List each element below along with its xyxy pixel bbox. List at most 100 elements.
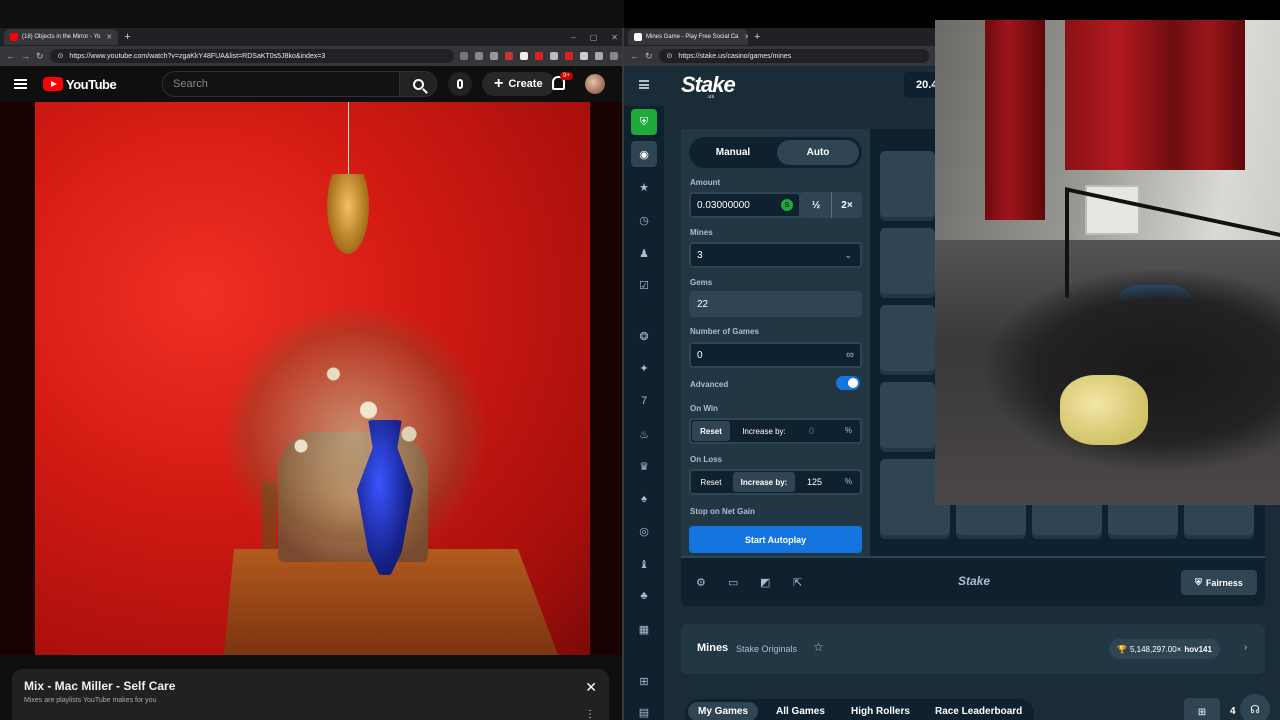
new-tab-icon[interactable]: + [754, 31, 760, 43]
shield-icon[interactable]: ⛨ [631, 109, 657, 135]
game-provider[interactable]: Stake Originals [736, 644, 797, 654]
document-icon[interactable]: ▤ [636, 704, 652, 720]
originals-icon[interactable]: ❂ [636, 328, 652, 344]
mines-select[interactable]: 3 ⌄ [689, 242, 862, 268]
close-icon[interactable]: ✕ [585, 679, 597, 696]
mine-tile[interactable] [880, 151, 935, 217]
popout-icon[interactable]: ⇱ [793, 576, 802, 589]
back-icon[interactable]: ← [6, 51, 15, 61]
fairness-button[interactable]: ⛨ Fairness [1181, 570, 1257, 595]
start-autoplay-button[interactable]: Start Autoplay [689, 526, 862, 553]
close-tab-icon[interactable]: ✕ [744, 33, 748, 41]
youtube-tab[interactable]: (18) Objects in the Mirror - Yo ✕ [4, 29, 119, 45]
all-games-grid-icon[interactable]: ▦ [636, 621, 652, 637]
close-tab-icon[interactable]: ✕ [106, 33, 112, 41]
my-bets-icon[interactable]: ☑ [636, 277, 652, 293]
settings-gear-icon[interactable]: ⚙ [696, 576, 706, 589]
challenges-icon[interactable]: ♟ [636, 245, 652, 261]
blackjack-icon[interactable]: ♣ [636, 588, 652, 604]
site-info-icon[interactable]: ⊙ [58, 52, 64, 60]
gift-icon[interactable]: ⊞ [636, 673, 652, 689]
extension-icon[interactable] [565, 52, 573, 60]
left-address-bar: ← → ↻ ⊙ https://www.youtube.com/watch?v=… [0, 46, 624, 66]
avatar[interactable] [585, 74, 605, 94]
manual-tab[interactable]: Manual [692, 140, 774, 165]
chevron-right-icon[interactable]: › [1244, 642, 1247, 653]
maximize-icon[interactable]: ▢ [590, 33, 598, 42]
favorites-star-icon[interactable]: ★ [636, 179, 652, 195]
hot-games-icon[interactable]: ♨ [636, 426, 652, 442]
amount-label: Amount [690, 178, 721, 187]
new-releases-icon[interactable]: ✦ [636, 360, 652, 376]
tab-high-rollers[interactable]: High Rollers [851, 706, 910, 717]
page-size-value[interactable]: 4 [1230, 706, 1236, 717]
stake-tab[interactable]: Mines Game - Play Free Social Ca ✕ [628, 29, 748, 45]
video-player[interactable] [0, 102, 624, 655]
url-field[interactable]: ⊙ https://www.youtube.com/watch?v=zgaKkY… [49, 49, 454, 63]
recent-clock-icon[interactable]: ◷ [636, 212, 652, 228]
minimize-icon[interactable]: – [571, 33, 575, 42]
reload-icon[interactable]: ↻ [36, 51, 44, 62]
number-of-games-label: Number of Games [690, 327, 759, 336]
roulette-icon[interactable]: ◎ [636, 523, 652, 539]
close-window-icon[interactable]: ✕ [611, 33, 618, 42]
youtube-logo[interactable]: YouTube [43, 77, 117, 92]
extension-icon[interactable] [460, 52, 468, 60]
new-tab-icon[interactable]: + [124, 31, 130, 43]
number-of-games-input[interactable]: 0 ∞ [689, 342, 862, 368]
extension-icon[interactable] [580, 52, 588, 60]
gift-box-icon[interactable]: ⊞ [1184, 698, 1220, 720]
on-win-value[interactable]: 0 [809, 426, 814, 436]
back-icon[interactable]: ← [630, 51, 639, 61]
half-bet-button[interactable]: ½ [801, 192, 832, 218]
extension-icon[interactable] [520, 52, 528, 60]
slots-icon[interactable]: 7 [636, 393, 652, 409]
stake-logo[interactable]: Stake .us [681, 72, 736, 100]
mine-tile[interactable] [880, 305, 935, 371]
theatre-mode-icon[interactable]: ▭ [728, 576, 738, 589]
voice-search-button[interactable] [448, 72, 472, 96]
mine-tile[interactable] [880, 228, 935, 294]
tab-all-games[interactable]: All Games [776, 706, 825, 717]
tab-my-games[interactable]: My Games [688, 702, 759, 720]
mine-tile[interactable] [880, 382, 935, 448]
extension-icon[interactable] [475, 52, 483, 60]
live-casino-icon[interactable]: ♛ [636, 458, 652, 474]
live-stats-icon[interactable]: ◩ [760, 576, 770, 589]
forward-icon[interactable]: → [21, 51, 30, 61]
site-info-icon[interactable]: ⊙ [667, 52, 673, 60]
profile-icon[interactable] [595, 52, 603, 60]
extension-icon[interactable] [505, 52, 513, 60]
amount-input[interactable]: 0.03000000 S [689, 192, 801, 218]
game-shows-icon[interactable]: ♠ [636, 491, 652, 507]
extension-icon[interactable] [550, 52, 558, 60]
on-loss-value[interactable]: 125 [807, 477, 822, 487]
support-headset-icon[interactable]: ☊ [1240, 694, 1270, 720]
create-button[interactable]: + Create [482, 72, 555, 96]
url-field[interactable]: ⊙ https://stake.us/casino/games/mines [658, 49, 929, 63]
hamburger-menu-icon[interactable] [14, 79, 27, 89]
table-games-icon[interactable]: ♝ [636, 556, 652, 572]
stake-favicon-icon [634, 33, 642, 41]
tab-race-leaderboard[interactable]: Race Leaderboard [935, 706, 1022, 717]
casino-chip-icon[interactable]: ◉ [631, 141, 657, 167]
more-options-icon[interactable]: ⋮ [585, 709, 595, 720]
on-win-increase-button[interactable]: Increase by: [733, 421, 795, 441]
search-button[interactable] [399, 71, 437, 97]
top-win-badge[interactable]: 🏆 5,148,297.00× hov141 [1109, 639, 1220, 659]
menu-icon[interactable] [610, 52, 618, 60]
reload-icon[interactable]: ↻ [645, 51, 653, 62]
gems-label: Gems [690, 278, 713, 287]
double-bet-button[interactable]: 2× [832, 192, 862, 218]
stake-menu-icon[interactable] [639, 80, 649, 89]
bookmark-star-icon[interactable] [490, 52, 498, 60]
search-input[interactable]: Search [162, 71, 400, 97]
extension-icon[interactable] [535, 52, 543, 60]
advanced-toggle[interactable] [836, 376, 860, 390]
on-loss-increase-button[interactable]: Increase by: [733, 472, 795, 492]
on-win-reset-button[interactable]: Reset [692, 421, 730, 441]
on-loss-reset-button[interactable]: Reset [692, 472, 730, 492]
mix-title[interactable]: Mix - Mac Miller - Self Care [24, 679, 175, 693]
favorite-star-icon[interactable]: ☆ [813, 640, 824, 654]
auto-tab[interactable]: Auto [777, 140, 859, 165]
